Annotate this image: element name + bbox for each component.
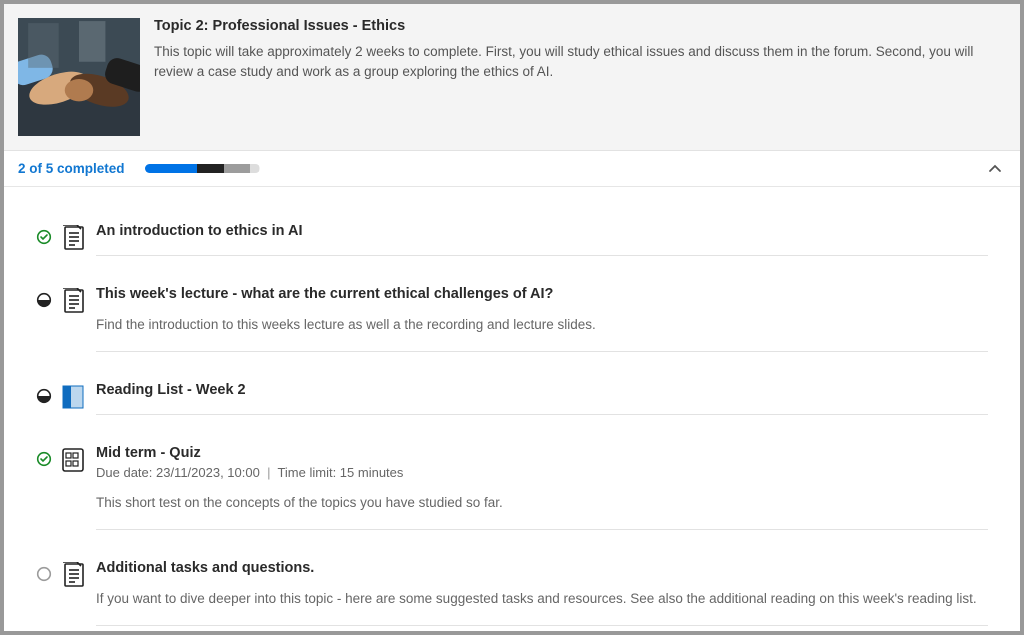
chevron-up-icon [988, 162, 1002, 176]
activity-title: Additional tasks and questions. [96, 560, 988, 576]
activity-title: Reading List - Week 2 [96, 382, 988, 398]
topic-title: Topic 2: Professional Issues - Ethics [154, 18, 1006, 34]
activity-description: If you want to dive deeper into this top… [96, 590, 988, 609]
activity-title: Mid term - Quiz [96, 445, 988, 461]
due-date: Due date: 23/11/2023, 10:00 [96, 465, 260, 480]
status-notstarted-icon [36, 566, 54, 587]
activity-description: Find the introduction to this weeks lect… [96, 316, 988, 335]
activity-title: An introduction to ethics in AI [96, 223, 988, 239]
page-icon [60, 225, 86, 256]
topic-image-handshake [18, 18, 140, 136]
status-complete-icon [36, 451, 54, 472]
topic-header: Topic 2: Professional Issues - Ethics Th… [4, 4, 1020, 151]
book-icon [60, 384, 86, 415]
activity-item[interactable]: Additional tasks and questions. If you w… [36, 548, 988, 631]
status-inprogress-icon [36, 388, 54, 409]
page-icon [60, 288, 86, 319]
page-icon [60, 562, 86, 593]
progress-label: 2 of 5 completed [18, 161, 125, 176]
activity-meta: Due date: 23/11/2023, 10:00 | Time limit… [96, 465, 988, 480]
activity-item[interactable]: An introduction to ethics in AI [36, 211, 988, 270]
status-inprogress-icon [36, 292, 54, 313]
collapse-toggle[interactable] [986, 160, 1004, 178]
progress-row: 2 of 5 completed [4, 151, 1020, 187]
quiz-icon [60, 447, 86, 478]
time-limit: Time limit: 15 minutes [277, 465, 403, 480]
topic-description: This topic will take approximately 2 wee… [154, 42, 1006, 81]
activity-list: An introduction to ethics in AI This wee… [4, 187, 1020, 631]
progress-bar [145, 164, 260, 173]
activity-item[interactable]: Reading List - Week 2 [36, 370, 988, 429]
activity-title: This week's lecture - what are the curre… [96, 286, 988, 302]
activity-item[interactable]: This week's lecture - what are the curre… [36, 274, 988, 366]
meta-separator: | [263, 465, 277, 480]
activity-item[interactable]: Mid term - Quiz Due date: 23/11/2023, 10… [36, 433, 988, 544]
activity-description: This short test on the concepts of the t… [96, 494, 988, 513]
status-complete-icon [36, 229, 54, 250]
